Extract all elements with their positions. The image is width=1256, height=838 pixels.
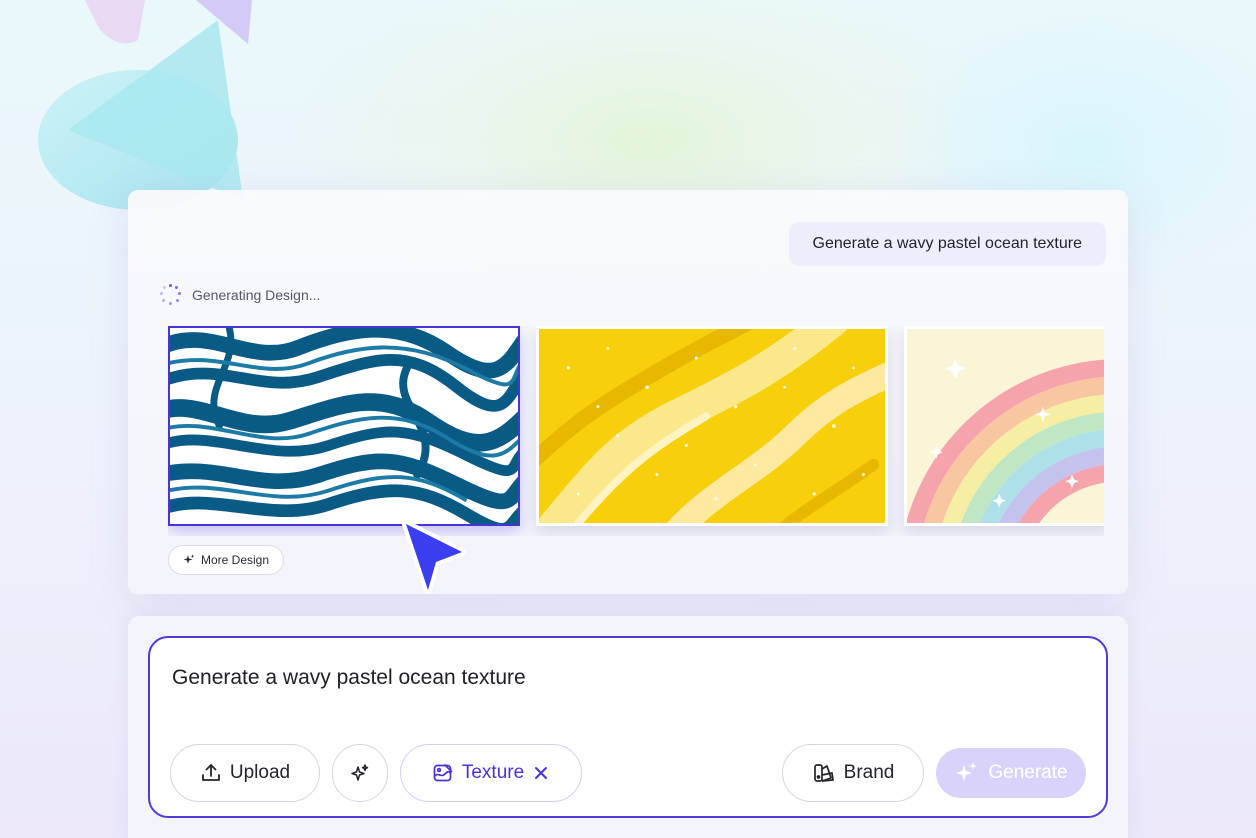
generate-button[interactable]: Generate: [936, 748, 1086, 798]
yellow-sand-texture-image: [539, 329, 885, 523]
generate-sparkle-icon: [954, 760, 980, 786]
close-icon[interactable]: [532, 764, 550, 782]
brand-icon: [812, 761, 836, 785]
composer-panel: Generate a wavy pastel ocean texture Upl…: [128, 616, 1128, 838]
sparkle-icon: [350, 763, 370, 783]
brand-label: Brand: [843, 762, 895, 783]
texture-label: Texture: [461, 762, 525, 783]
design-thumbnail-yellow-sand[interactable]: [536, 326, 888, 526]
upload-icon: [200, 762, 222, 784]
design-thumbnail-blue-marble[interactable]: [168, 326, 520, 526]
texture-chip[interactable]: Texture: [400, 744, 582, 802]
generate-label: Generate: [988, 762, 1068, 783]
more-design-button[interactable]: More Design: [168, 545, 285, 575]
texture-icon: [432, 762, 454, 784]
pastel-rainbow-texture-image: [907, 329, 1104, 523]
user-prompt-bubble: Generate a wavy pastel ocean texture: [788, 222, 1106, 266]
blue-marble-texture-image: [170, 328, 518, 524]
loading-spinner-icon: [160, 284, 182, 306]
prompt-composer[interactable]: Generate a wavy pastel ocean texture Upl…: [148, 636, 1108, 818]
design-gallery: [168, 326, 1104, 536]
sparkle-small-icon: [183, 554, 195, 566]
brand-button[interactable]: Brand: [782, 744, 924, 802]
prompt-input[interactable]: Generate a wavy pastel ocean texture: [172, 666, 526, 690]
more-design-label: More Design: [201, 553, 270, 567]
magic-enhance-button[interactable]: [332, 744, 388, 802]
decorative-pink-shape: [85, 0, 145, 44]
results-panel: Generate a wavy pastel ocean texture Gen…: [128, 190, 1128, 594]
generation-status: Generating Design...: [160, 284, 320, 306]
user-prompt-text: Generate a wavy pastel ocean texture: [812, 235, 1083, 252]
upload-button[interactable]: Upload: [170, 744, 320, 802]
status-text: Generating Design...: [192, 287, 321, 303]
decorative-purple-shape: [196, 0, 252, 44]
mouse-pointer-icon: [402, 520, 466, 594]
upload-label: Upload: [229, 762, 291, 783]
design-thumbnail-pastel-rainbow[interactable]: [904, 326, 1104, 526]
